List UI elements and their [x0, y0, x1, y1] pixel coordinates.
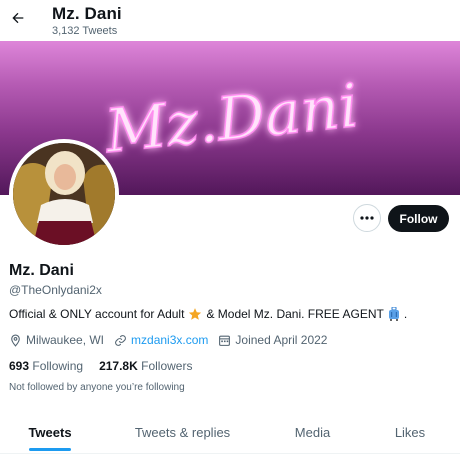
social-context: Not followed by anyone you’re following — [9, 382, 185, 393]
avatar[interactable] — [9, 139, 119, 249]
tab-likes[interactable]: Likes — [360, 410, 460, 454]
followers-count: 217.8K — [99, 359, 138, 373]
join-date-text: Joined April 2022 — [235, 333, 328, 347]
back-button[interactable] — [8, 8, 28, 28]
calendar-icon — [219, 335, 231, 346]
user-handle: @TheOnlydani2x — [9, 283, 102, 297]
tweet-count: 3,132 Tweets — [52, 25, 118, 37]
follow-button[interactable]: Follow — [388, 205, 449, 232]
location-text: Milwaukee, WI — [26, 333, 105, 347]
avatar-photo — [13, 143, 115, 245]
following-label: Following — [32, 359, 84, 373]
link-icon — [115, 334, 126, 346]
active-tab-indicator — [29, 448, 71, 451]
tab-tweets-replies[interactable]: Tweets & replies — [100, 410, 265, 454]
header-name: Mz. Dani — [52, 4, 122, 23]
follow-stats: 693 Following 217.8K Followers — [9, 359, 208, 373]
join-date: Joined April 2022 — [218, 333, 327, 347]
star-emoji — [188, 307, 202, 321]
bio-text-1: Official & ONLY account for Adult — [9, 307, 185, 321]
luggage-emoji — [388, 307, 400, 321]
more-dots-icon — [360, 216, 374, 220]
following-count: 693 — [9, 359, 30, 373]
more-button[interactable] — [353, 204, 381, 232]
tabs-divider — [0, 453, 460, 454]
following-stat[interactable]: 693 Following — [9, 359, 83, 373]
location: Milwaukee, WI — [9, 333, 104, 347]
bio-text-3: . — [403, 307, 408, 321]
display-name: Mz. Dani — [9, 262, 74, 279]
website-link[interactable]: mzdani3x.com — [131, 333, 208, 347]
followers-label: Followers — [141, 359, 193, 373]
location-pin-icon — [11, 334, 20, 347]
bio-text-2: & Model Mz. Dani. FREE AGENT — [206, 307, 384, 321]
profile-bio: Official & ONLY account for Adult & Mode… — [9, 307, 407, 321]
arrow-left-icon — [12, 12, 24, 24]
profile-meta: Milwaukee, WI mzdani3x.com Joined April … — [9, 333, 337, 347]
profile-header: Mz. Dani 3,132 Tweets — [0, 0, 460, 41]
followers-stat[interactable]: 217.8K Followers — [99, 359, 192, 373]
tab-media[interactable]: Media — [265, 410, 360, 454]
website[interactable]: mzdani3x.com — [114, 333, 208, 347]
